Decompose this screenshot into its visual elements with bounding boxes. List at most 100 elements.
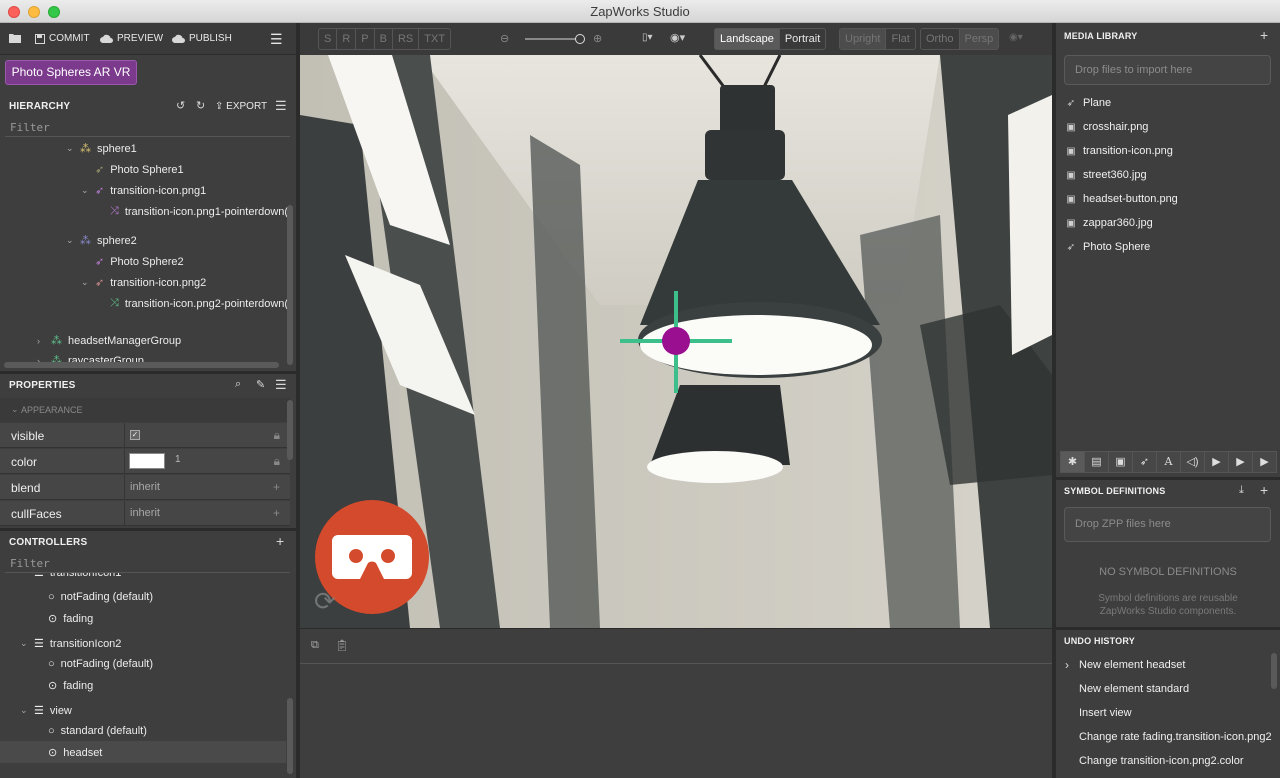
tree-item-pointerdown1[interactable]: ⤨ transition-icon.png1-pointerdown( <box>110 205 288 218</box>
state-standard[interactable]: ○ standard (default) <box>48 725 147 737</box>
add-controller-button[interactable]: + <box>276 533 284 549</box>
commit-button[interactable]: COMMIT <box>35 33 90 44</box>
media-dropzone[interactable]: Drop files to import here <box>1064 55 1271 85</box>
plus-icon[interactable]: + <box>273 506 280 520</box>
video-icon[interactable]: ▶ <box>1252 451 1277 473</box>
media-item-crosshair[interactable]: ▣ crosshair.png <box>1066 121 1148 133</box>
undo-scrollbar[interactable] <box>1271 653 1277 689</box>
radio-empty-icon[interactable]: ○ <box>48 725 55 737</box>
controller-transition-icon2[interactable]: ⌄ ☰ transitionIcon2 <box>20 637 121 651</box>
lock-icon[interactable]: 🔒︎ <box>274 454 280 469</box>
file-icon[interactable]: ▤ <box>1084 451 1109 473</box>
tree-item-headset-manager-group[interactable]: › ⁂ headsetManagerGroup <box>37 334 181 348</box>
visible-checkbox[interactable]: ✓ <box>130 430 140 440</box>
audio-icon[interactable]: ◁) <box>1180 451 1205 473</box>
chevron-down-icon[interactable]: ⌄ <box>66 143 74 154</box>
radio-selected-icon[interactable]: ⊙ <box>48 612 57 625</box>
bounds-button[interactable]: B <box>375 29 393 49</box>
text-button[interactable]: TXT <box>419 29 450 49</box>
tree-item-photo-sphere2[interactable]: ➶ Photo Sphere2 <box>95 255 184 269</box>
radio-selected-icon[interactable]: ⊙ <box>48 746 57 759</box>
upright-button[interactable]: Upright <box>840 29 887 49</box>
tree-item-sphere1[interactable]: ⌄ ⁂ sphere1 <box>66 142 137 156</box>
asterisk-icon[interactable]: ✱ <box>1060 451 1085 473</box>
color-alpha-value[interactable]: 1 <box>175 454 181 465</box>
landscape-button[interactable]: Landscape <box>715 29 780 49</box>
tree-item-sphere2[interactable]: ⌄ ⁂ sphere2 <box>66 234 137 248</box>
media-item-headset-button[interactable]: ▣ headset-button.png <box>1066 193 1178 205</box>
cullfaces-value[interactable]: inherit <box>130 507 160 519</box>
tree-item-transition-icon-png1[interactable]: ⌄ ➶ transition-icon.png1 <box>81 184 206 198</box>
properties-scrollbar[interactable] <box>287 400 293 460</box>
undo-item[interactable]: Change rate fading.transition-icon.png2 <box>1079 731 1272 743</box>
project-name-button[interactable]: Photo Spheres AR VR <box>5 60 137 85</box>
scale-button[interactable]: S <box>319 29 338 49</box>
search-icon[interactable]: ⌕ <box>235 378 241 391</box>
tree-item-transition-icon-png2[interactable]: ⌄ ➶ transition-icon.png2 <box>81 276 206 290</box>
ortho-button[interactable]: Ortho <box>921 29 960 49</box>
media-item-transition-icon[interactable]: ▣ transition-icon.png <box>1066 145 1173 157</box>
lock-icon[interactable]: 🔒︎ <box>274 428 280 443</box>
pencil-icon[interactable]: ✎ <box>256 378 265 391</box>
controllers-filter-input[interactable]: Filter <box>10 557 50 570</box>
persp-button[interactable]: Persp <box>959 29 999 49</box>
minimize-window-button[interactable] <box>28 6 40 18</box>
redo-icon[interactable]: ↻ <box>196 99 205 112</box>
radio-empty-icon[interactable]: ○ <box>48 658 55 670</box>
undo-item[interactable]: New element standard <box>1079 683 1189 695</box>
undo-icon[interactable]: ↺ <box>176 99 185 112</box>
export-button[interactable]: ⇪ EXPORT <box>215 101 267 112</box>
device-dropdown-icon[interactable]: ▯▾ <box>642 32 653 43</box>
tree-item-pointerdown2[interactable]: ⤨ transition-icon.png2-pointerdown( <box>110 297 288 310</box>
media-item-zappar360[interactable]: ▣ zappar360.jpg <box>1066 217 1152 229</box>
radio-empty-icon[interactable]: ○ <box>48 591 55 603</box>
appearance-section[interactable]: ⌄ APPEARANCE <box>0 398 290 422</box>
add-symbol-button[interactable]: + <box>1260 482 1268 498</box>
state-headset[interactable]: ⊙ headset <box>48 746 102 760</box>
chevron-down-icon[interactable]: ⌄ <box>20 638 28 649</box>
image-icon[interactable]: ▣ <box>1108 451 1133 473</box>
zoom-in-icon[interactable]: ⊕ <box>593 32 602 45</box>
undo-item[interactable]: Change transition-icon.png2.color <box>1079 755 1244 767</box>
controller-transition-icon1[interactable]: ☰ transitionIcon1 <box>34 573 121 579</box>
undo-item[interactable]: New element headset <box>1079 659 1185 671</box>
radio-selected-icon[interactable]: ⊙ <box>48 679 57 692</box>
zoom-out-icon[interactable]: ⊖ <box>500 32 509 45</box>
tree-item-photo-sphere1[interactable]: ➶ Photo Sphere1 <box>95 163 184 177</box>
flat-button[interactable]: Flat <box>886 29 914 49</box>
text-icon[interactable]: A <box>1156 451 1181 473</box>
chevron-right-icon[interactable]: › <box>37 336 45 346</box>
state-fading-2[interactable]: ⊙ fading <box>48 679 93 693</box>
controller-view[interactable]: ⌄ ☰ view <box>20 704 72 718</box>
paste-icon[interactable]: 📋︎ <box>335 639 349 652</box>
plus-icon[interactable]: + <box>273 480 280 494</box>
state-fading-1[interactable]: ⊙ fading <box>48 612 93 626</box>
zoom-slider[interactable] <box>525 34 586 44</box>
hierarchy-hscrollbar[interactable] <box>4 362 279 368</box>
symbol-dropzone[interactable]: Drop ZPP files here <box>1064 507 1271 542</box>
blend-value[interactable]: inherit <box>130 481 160 493</box>
close-window-button[interactable] <box>8 6 20 18</box>
hierarchy-filter-input[interactable]: Filter <box>10 121 50 134</box>
open-folder-button[interactable] <box>9 33 21 43</box>
zoom-window-button[interactable] <box>48 6 60 18</box>
zoom-slider-knob[interactable] <box>575 34 586 44</box>
chevron-down-icon[interactable]: ⌄ <box>81 185 89 196</box>
chevron-down-icon[interactable]: ⌄ <box>81 277 89 288</box>
video-icon[interactable]: ▶ <box>1204 451 1229 473</box>
position-button[interactable]: P <box>356 29 375 49</box>
globe-dropdown-icon[interactable]: ◉▾ <box>670 31 685 44</box>
state-not-fading-2[interactable]: ○ notFading (default) <box>48 658 153 670</box>
publish-button[interactable]: PUBLISH <box>172 33 232 44</box>
eye-dropdown-icon[interactable]: ◉▾ <box>1009 32 1023 43</box>
copy-icon[interactable]: ⧉ <box>311 639 319 652</box>
controllers-scrollbar[interactable] <box>287 698 293 774</box>
media-item-plane[interactable]: ➶ Plane <box>1066 97 1111 109</box>
state-not-fading-1[interactable]: ○ notFading (default) <box>48 591 153 603</box>
media-item-photo-sphere[interactable]: ➶ Photo Sphere <box>1066 241 1150 253</box>
download-icon[interactable]: ⤓ <box>1239 484 1244 497</box>
media-item-street360[interactable]: ▣ street360.jpg <box>1066 169 1146 181</box>
hierarchy-scrollbar[interactable] <box>287 205 293 365</box>
video-icon[interactable]: ▶ <box>1228 451 1253 473</box>
add-media-button[interactable]: + <box>1260 27 1268 43</box>
